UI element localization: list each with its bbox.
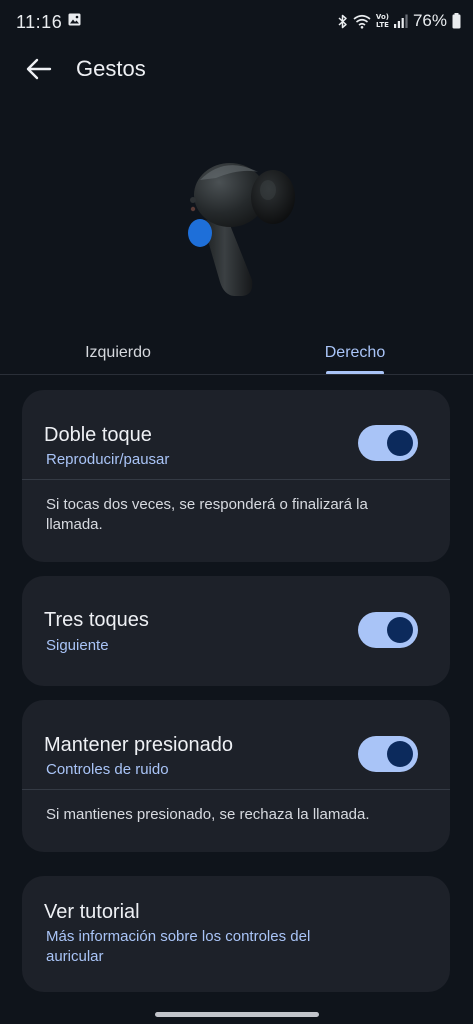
image-icon xyxy=(68,13,81,26)
card-divider xyxy=(22,789,450,790)
toggle-knob xyxy=(387,430,413,456)
battery-icon xyxy=(452,13,461,29)
double-tap-toggle[interactable] xyxy=(358,425,418,461)
tutorial-title: Ver tutorial xyxy=(44,901,140,923)
tab-left-earbud[interactable]: Izquierdo xyxy=(0,330,236,376)
triple-tap-toggle[interactable] xyxy=(358,612,418,648)
hold-toggle[interactable] xyxy=(358,736,418,772)
triple-tap-action: Siguiente xyxy=(46,637,109,654)
double-tap-card: Doble toque Reproducir/pausar Si tocas d… xyxy=(22,390,450,562)
hold-description: Si mantienes presionado, se rechaza la l… xyxy=(46,806,370,823)
hold-title: Mantener presionado xyxy=(44,734,234,756)
status-time: 11:16 xyxy=(16,12,63,32)
triple-tap-title: Tres toques xyxy=(44,609,149,631)
bluetooth-icon xyxy=(338,14,348,29)
volte-indicator: Vo) LTE xyxy=(376,13,389,29)
earbud-illustration xyxy=(170,150,310,310)
tab-right-earbud[interactable]: Derecho xyxy=(237,330,473,376)
page-title: Gestos xyxy=(76,56,146,81)
double-tap-row[interactable]: Doble toque Reproducir/pausar xyxy=(22,390,450,478)
hold-row[interactable]: Mantener presionado Controles de ruido xyxy=(22,700,450,788)
double-tap-title: Doble toque xyxy=(44,424,152,446)
double-tap-action: Reproducir/pausar xyxy=(46,451,170,468)
hold-action: Controles de ruido xyxy=(46,761,169,778)
wifi-icon xyxy=(353,14,371,29)
volte-top-label: Vo) xyxy=(375,13,389,21)
arrow-left-icon xyxy=(26,58,52,85)
double-tap-description: Si tocas dos veces, se responderá o fina… xyxy=(46,496,368,533)
card-divider xyxy=(22,479,450,480)
tabs-divider xyxy=(0,374,473,375)
status-bar: 11:16 Vo) LTE 76% xyxy=(0,0,473,44)
top-app-bar: Gestos xyxy=(0,48,473,92)
signal-icon xyxy=(393,14,408,28)
hold-card: Mantener presionado Controles de ruido S… xyxy=(22,700,450,852)
back-button[interactable] xyxy=(22,54,56,88)
toggle-knob xyxy=(387,741,413,767)
tutorial-subtitle: Más información sobre los controles del … xyxy=(46,928,311,965)
toggle-knob xyxy=(387,617,413,643)
volte-bottom-label: LTE xyxy=(376,21,389,29)
home-indicator[interactable] xyxy=(155,1012,319,1017)
triple-tap-card[interactable]: Tres toques Siguiente xyxy=(22,576,450,686)
ear-tabs: Izquierdo Derecho xyxy=(0,330,473,376)
status-icons: Vo) LTE 76% xyxy=(338,10,461,32)
battery-percent: 76% xyxy=(412,11,447,30)
tutorial-card[interactable]: Ver tutorial Más información sobre los c… xyxy=(22,876,450,992)
